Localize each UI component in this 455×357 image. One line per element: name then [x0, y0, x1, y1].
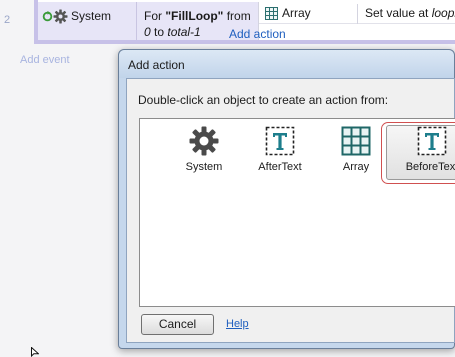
object-beforetext[interactable]: BeforeText [381, 122, 455, 184]
array-grid-icon [265, 6, 278, 20]
action-prefix: Set value at [365, 6, 432, 20]
action-row[interactable]: Array Set value at loopin [259, 4, 455, 24]
mouse-cursor-icon [31, 347, 39, 357]
loop-icon [42, 10, 53, 21]
gear-icon [53, 9, 68, 23]
action-text: Set value at loopin [365, 6, 455, 20]
condition-from: from [223, 9, 251, 23]
gear-icon [189, 126, 219, 156]
object-aftertext-label: AfterText [258, 161, 302, 173]
condition-divider [136, 2, 137, 40]
action-object-label: Array [282, 6, 311, 20]
condition-object: System [42, 8, 111, 24]
object-aftertext[interactable]: AfterText [238, 126, 322, 182]
action-column-divider [357, 4, 358, 24]
condition-object-label: System [71, 9, 112, 23]
action-object: Array [265, 6, 311, 20]
help-link[interactable]: Help [226, 318, 249, 330]
condition-prefix: For [144, 9, 166, 23]
event-row-number: 2 [4, 14, 11, 26]
add-event-link[interactable]: Add event [20, 54, 70, 66]
object-list[interactable]: System AfterText Array BeforeText [139, 118, 455, 307]
condition-to: to [150, 25, 168, 39]
dialog-body: Double-click an object to create an acti… [126, 78, 455, 343]
object-system[interactable]: System [162, 126, 246, 182]
add-action-link[interactable]: Add action [229, 27, 286, 41]
condition-row[interactable]: System For "FillLoop" from 0 to total-1 [38, 2, 258, 40]
array-grid-icon [341, 126, 371, 156]
cancel-button[interactable]: Cancel [141, 314, 214, 335]
dialog-titlebar[interactable]: Add action [119, 50, 454, 78]
object-system-label: System [185, 161, 223, 173]
text-object-icon [265, 126, 295, 156]
condition-loop-name: "FillLoop" [165, 9, 224, 23]
condition-range-start: 0 [144, 25, 151, 39]
action-loop: loopin [431, 6, 455, 20]
condition-range-end: total-1 [167, 25, 201, 39]
object-beforetext-label: BeforeText [405, 161, 455, 173]
dialog-instruction: Double-click an object to create an acti… [138, 93, 389, 107]
text-object-icon [417, 126, 447, 156]
add-action-dialog: Add action Double-click an object to cre… [118, 49, 455, 349]
dialog-title: Add action [128, 58, 185, 72]
